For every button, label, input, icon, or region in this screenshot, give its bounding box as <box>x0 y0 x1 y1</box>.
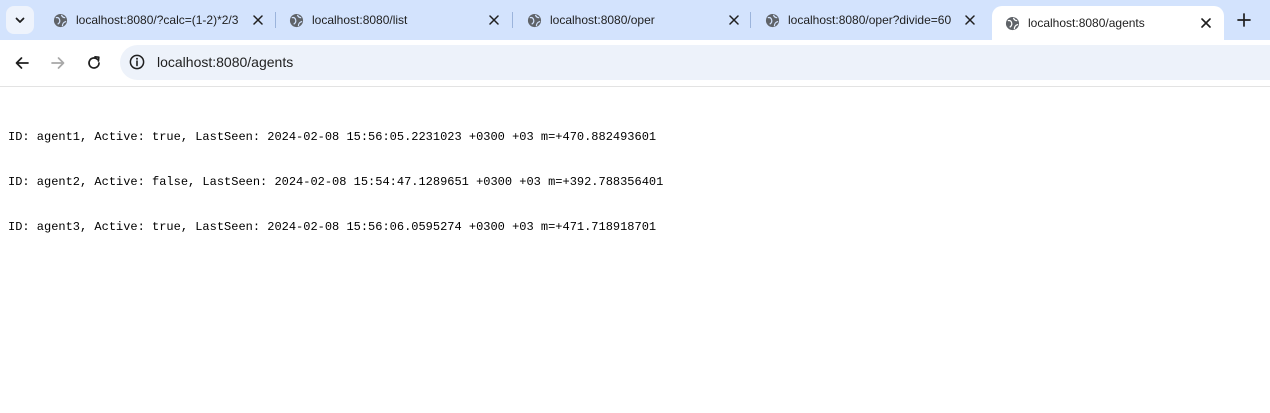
tab-title: localhost:8080/list <box>312 13 408 27</box>
close-icon[interactable] <box>486 12 502 28</box>
arrow-right-icon <box>51 57 65 69</box>
browser-toolbar: localhost:8080/agents <box>0 40 1270 87</box>
forward-button[interactable] <box>45 50 71 76</box>
tab-separator <box>750 12 751 28</box>
globe-icon <box>1004 15 1020 31</box>
reload-icon <box>88 55 100 69</box>
site-info-icon[interactable] <box>128 53 146 71</box>
chevron-down-icon <box>15 17 25 23</box>
reload-button[interactable] <box>81 50 107 76</box>
tab-title: localhost:8080/?calc=(1-2)*2/3 <box>76 13 239 27</box>
close-icon[interactable] <box>726 12 742 28</box>
close-icon[interactable] <box>962 12 978 28</box>
tab-oper-divide[interactable]: localhost:8080/oper?divide=60 <box>752 4 988 36</box>
globe-icon <box>764 12 780 28</box>
address-bar-url[interactable]: localhost:8080/agents <box>157 54 293 70</box>
tab-title: localhost:8080/agents <box>1028 16 1145 30</box>
tab-list[interactable]: localhost:8080/list <box>276 4 512 36</box>
globe-icon <box>288 12 304 28</box>
agent-line: ID: agent3, Active: true, LastSeen: 2024… <box>8 220 657 234</box>
globe-icon <box>52 12 68 28</box>
tab-strip: localhost:8080/?calc=(1-2)*2/3 localhost… <box>0 0 1270 40</box>
tab-oper[interactable]: localhost:8080/oper <box>514 4 752 36</box>
plus-icon <box>1237 13 1251 27</box>
tab-agents[interactable]: localhost:8080/agents <box>992 6 1224 40</box>
page-content: ID: agent1, Active: true, LastSeen: 2024… <box>8 100 663 265</box>
tab-title: localhost:8080/oper <box>550 13 655 27</box>
tab-title: localhost:8080/oper?divide=60 <box>788 13 952 27</box>
globe-icon <box>526 12 542 28</box>
agent-line: ID: agent2, Active: false, LastSeen: 202… <box>8 175 664 189</box>
close-icon[interactable] <box>1198 15 1214 31</box>
new-tab-button[interactable] <box>1232 8 1256 32</box>
tab-calc[interactable]: localhost:8080/?calc=(1-2)*2/3 <box>40 4 276 36</box>
tab-separator <box>512 12 513 28</box>
tab-search-button[interactable] <box>6 6 34 34</box>
address-bar[interactable]: localhost:8080/agents <box>120 45 1270 80</box>
arrow-left-icon <box>15 57 29 69</box>
back-button[interactable] <box>9 50 35 76</box>
close-icon[interactable] <box>250 12 266 28</box>
agent-line: ID: agent1, Active: true, LastSeen: 2024… <box>8 130 657 144</box>
browser-window: localhost:8080/?calc=(1-2)*2/3 localhost… <box>0 0 1270 413</box>
